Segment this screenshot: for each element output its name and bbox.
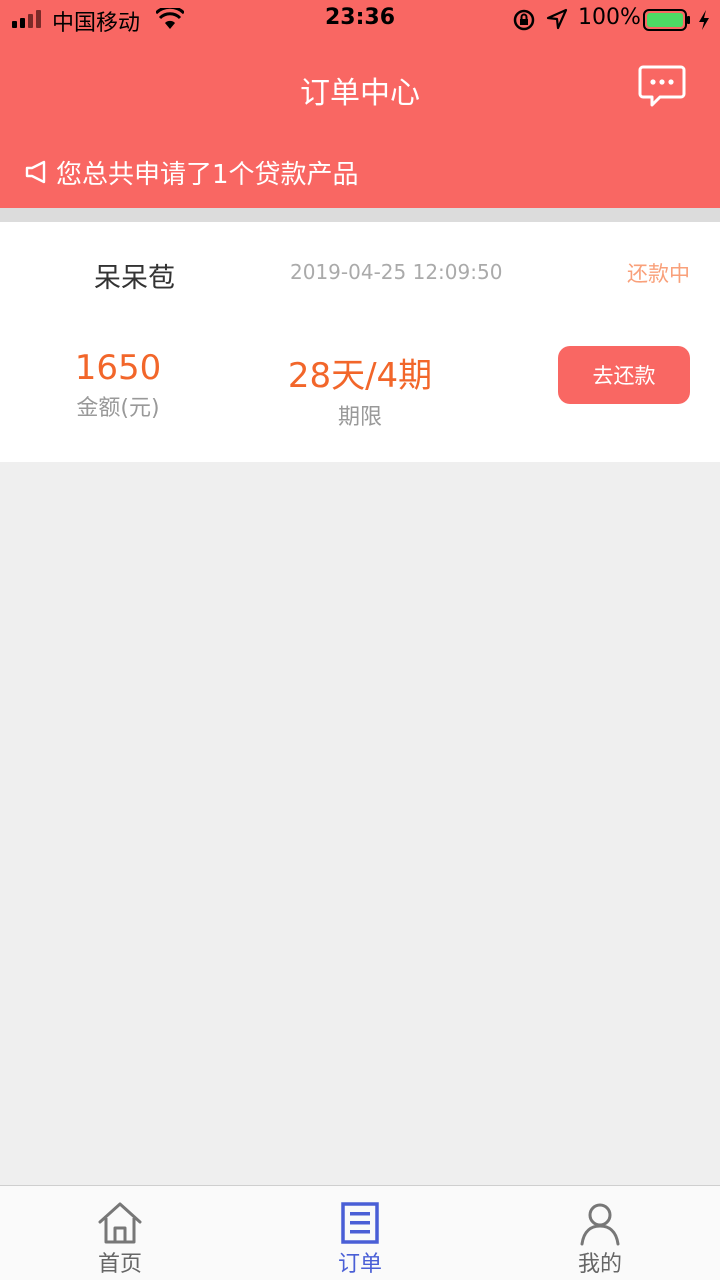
term-value: 28天/4期 bbox=[287, 356, 433, 396]
term-label: 期限 bbox=[337, 405, 382, 430]
tab-home-label: 首页 bbox=[97, 1252, 142, 1277]
battery-icon bbox=[643, 9, 690, 31]
person-icon bbox=[580, 1203, 620, 1246]
home-icon bbox=[98, 1202, 142, 1244]
tab-order-label: 订单 bbox=[337, 1252, 382, 1277]
order-list-icon bbox=[341, 1202, 379, 1244]
term-stat: 28天/4期 期限 bbox=[270, 348, 450, 431]
status-bar: 中国移动 23:36 100% bbox=[0, 0, 720, 40]
megaphone-icon bbox=[25, 160, 46, 184]
chat-bubble-icon[interactable] bbox=[638, 64, 686, 108]
tab-mine-label: 我的 bbox=[577, 1252, 622, 1277]
amount-label: 金额(元) bbox=[76, 396, 160, 421]
location-arrow-icon bbox=[546, 8, 568, 30]
page-title: 订单中心 bbox=[300, 76, 420, 111]
section-divider bbox=[0, 208, 720, 222]
order-date: 2019-04-25 12:09:50 bbox=[290, 260, 503, 284]
tab-order[interactable]: 订单 bbox=[300, 1186, 420, 1280]
order-status: 还款中 bbox=[627, 262, 690, 286]
tab-home[interactable]: 首页 bbox=[60, 1186, 180, 1280]
amount-stat: 1650 金额(元) bbox=[58, 348, 178, 422]
loan-notice-text: 您总共申请了1个贷款产品 bbox=[56, 159, 359, 190]
tab-bar: 首页 订单 我的 bbox=[0, 1185, 720, 1280]
loan-notice: 您总共申请了1个贷款产品 bbox=[24, 154, 359, 190]
order-card[interactable]: 呆呆苞 2019-04-25 12:09:50 还款中 1650 金额(元) 2… bbox=[0, 222, 720, 462]
amount-value: 1650 bbox=[74, 348, 162, 388]
header: 中国移动 23:36 100% 订单中心 您总共申请了1个贷款产品 bbox=[0, 0, 720, 208]
battery-percent: 100% bbox=[578, 5, 641, 30]
rotation-lock-icon bbox=[513, 9, 535, 31]
charging-bolt-icon bbox=[699, 10, 709, 30]
repay-button[interactable]: 去还款 bbox=[558, 346, 690, 404]
product-name: 呆呆苞 bbox=[94, 263, 175, 294]
tab-mine[interactable]: 我的 bbox=[540, 1186, 660, 1280]
